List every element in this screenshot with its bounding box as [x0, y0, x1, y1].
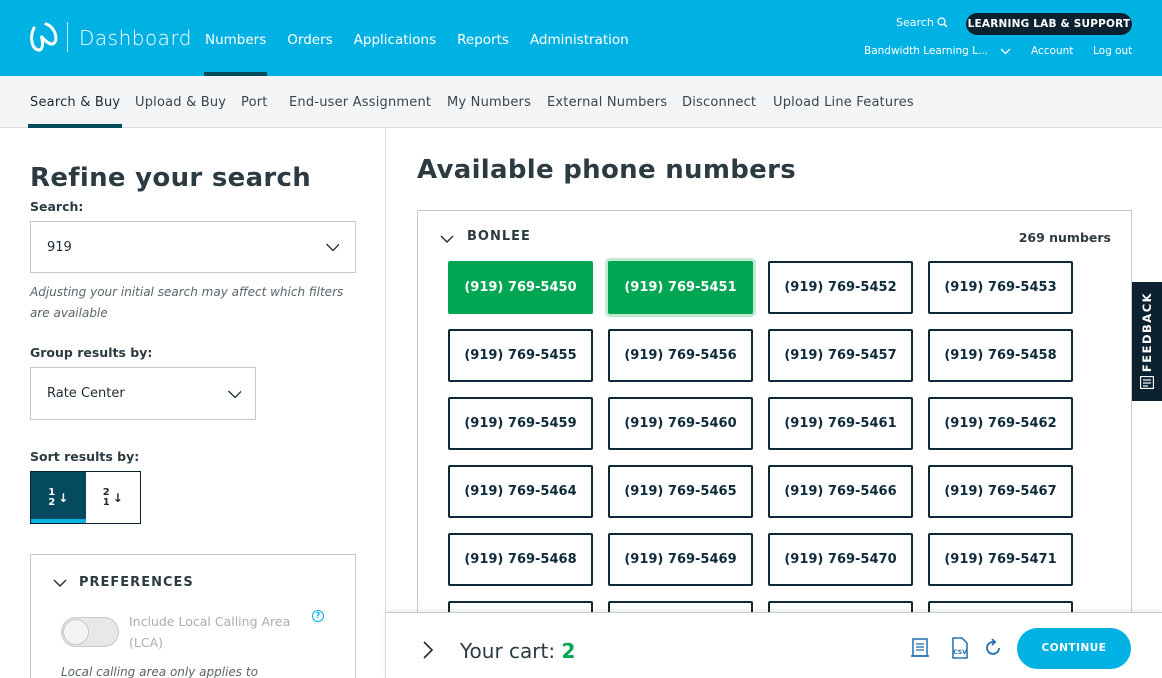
- phone-number-button[interactable]: (919) 769-5469: [608, 533, 753, 586]
- phone-number-button[interactable]: (919) 769-5459: [448, 397, 593, 450]
- search-label: Search:: [30, 199, 84, 214]
- phone-number-button[interactable]: (919) 769-5471: [928, 533, 1073, 586]
- sort-asc-bottom: 2: [48, 496, 56, 508]
- phone-number-button[interactable]: (919) 769-5452: [768, 261, 913, 314]
- lca-label: Include Local Calling Area (LCA): [129, 614, 291, 650]
- lca-toggle[interactable]: [61, 617, 119, 647]
- arrow-down-icon: ↓: [112, 490, 123, 505]
- phone-number-button[interactable]: (919) 769-5461: [768, 397, 913, 450]
- learning-lab-button[interactable]: LEARNING LAB & SUPPORT: [966, 13, 1132, 35]
- phone-number-button[interactable]: (919) 769-5466: [768, 465, 913, 518]
- phone-number-button[interactable]: (919) 769-5464: [448, 465, 593, 518]
- header-search-link[interactable]: Search: [896, 16, 948, 29]
- phone-number-button[interactable]: (919) 769-5470: [768, 533, 913, 586]
- chevron-down-icon: [228, 390, 241, 398]
- feedback-label: FEEDBACK: [1140, 291, 1154, 373]
- brand-title[interactable]: Dashboard: [79, 26, 192, 50]
- phone-number-button[interactable]: (919) 769-5465: [608, 465, 753, 518]
- csv-file-icon[interactable]: CSV: [950, 637, 970, 659]
- tab-my-numbers[interactable]: My Numbers: [447, 76, 531, 127]
- logout-link[interactable]: Log out: [1093, 45, 1132, 57]
- refine-title: Refine your search: [30, 163, 312, 193]
- header-search-label: Search: [896, 16, 934, 29]
- search-value: 919: [47, 239, 72, 255]
- phone-number-button[interactable]: (919) 769-5456: [608, 329, 753, 382]
- sort-by-label: Sort results by:: [30, 449, 140, 464]
- nav-orders[interactable]: Orders: [287, 0, 332, 76]
- preferences-heading[interactable]: PREFERENCES: [79, 575, 194, 590]
- tab-external-numbers[interactable]: External Numbers: [547, 76, 667, 127]
- phone-number-button[interactable]: (919) 769-5457: [768, 329, 913, 382]
- svg-text:CSV: CSV: [953, 649, 967, 656]
- phone-number-button[interactable]: (919) 769-5453: [928, 261, 1073, 314]
- sort-descending-button[interactable]: 21 ↓: [86, 472, 141, 523]
- cart-summary: Your cart: 2: [460, 639, 575, 663]
- tab-upload-buy[interactable]: Upload & Buy: [135, 76, 226, 127]
- chevron-down-icon: [326, 243, 339, 252]
- continue-button[interactable]: CONTINUE: [1017, 628, 1131, 669]
- cart-label: Your cart:: [460, 639, 556, 663]
- search-hint: Adjusting your initial search may affect…: [30, 285, 344, 320]
- refresh-icon[interactable]: [984, 637, 1004, 659]
- lca-note: Local calling area only applies to: [61, 665, 258, 678]
- phone-number-button[interactable]: (919) 769-5450: [448, 261, 593, 314]
- phone-number-button[interactable]: (919) 769-5462: [928, 397, 1073, 450]
- search-select[interactable]: 919: [30, 221, 356, 273]
- tab-upload-line-features[interactable]: Upload Line Features: [773, 76, 914, 127]
- logo-divider: [67, 22, 68, 52]
- phone-number-button[interactable]: (919) 769-5458: [928, 329, 1073, 382]
- account-switcher[interactable]: Bandwidth Learning L...: [864, 45, 1011, 57]
- phone-number-button[interactable]: (919) 769-5451: [608, 261, 753, 314]
- results-panel: BONLEE 269 numbers (919) 769-5450 (919) 7…: [417, 210, 1132, 654]
- account-link[interactable]: Account: [1031, 45, 1073, 57]
- main-nav: Numbers Orders Applications Reports Admi…: [203, 0, 650, 76]
- chevron-right-icon[interactable]: [422, 640, 434, 660]
- account-name: Bandwidth Learning L...: [864, 45, 989, 57]
- search-icon: [937, 17, 948, 28]
- group-name[interactable]: BONLEE: [467, 229, 531, 244]
- group-by-select[interactable]: Rate Center: [30, 367, 256, 420]
- toggle-knob: [63, 619, 89, 645]
- feedback-icon: [1140, 376, 1154, 389]
- nav-numbers[interactable]: Numbers: [203, 0, 268, 76]
- nav-applications[interactable]: Applications: [354, 0, 436, 76]
- sub-nav: Search & Buy Upload & Buy Port End-user …: [0, 76, 1162, 128]
- phone-number-button[interactable]: (919) 769-5460: [608, 397, 753, 450]
- arrow-down-icon: ↓: [58, 490, 69, 505]
- tab-disconnect[interactable]: Disconnect: [682, 76, 756, 127]
- cart-count: 2: [561, 639, 576, 663]
- top-header: Dashboard Numbers Orders Applications Re…: [0, 0, 1162, 76]
- tab-search-buy[interactable]: Search & Buy: [27, 76, 123, 128]
- chevron-down-icon: [1000, 48, 1011, 54]
- group-by-label: Group results by:: [30, 345, 153, 360]
- refine-panel: Refine your search Search: 919 Adjusting…: [0, 128, 386, 678]
- group-count: 269 numbers: [1018, 230, 1111, 245]
- tab-port[interactable]: Port: [241, 76, 268, 127]
- sort-desc-bottom: 1: [102, 496, 110, 508]
- sort-desc-top: 2: [102, 486, 110, 498]
- feedback-tab[interactable]: FEEDBACK: [1132, 282, 1162, 401]
- phone-number-button[interactable]: (919) 769-5468: [448, 533, 593, 586]
- sort-toggle-group: 12 ↓ 21 ↓: [30, 471, 141, 524]
- phone-number-button[interactable]: (919) 769-5467: [928, 465, 1073, 518]
- cart-bar: Your cart: 2 CSV CONTINUE: [386, 612, 1162, 678]
- help-icon[interactable]: ?: [312, 610, 324, 622]
- nav-reports[interactable]: Reports: [457, 0, 509, 76]
- sort-asc-top: 1: [48, 486, 56, 498]
- bandwidth-logo-icon[interactable]: [28, 20, 58, 54]
- phone-number-button[interactable]: (919) 769-5455: [448, 329, 593, 382]
- tab-end-user-assignment[interactable]: End-user Assignment: [289, 76, 431, 127]
- available-numbers-title: Available phone numbers: [417, 155, 796, 185]
- sort-ascending-button[interactable]: 12 ↓: [31, 472, 86, 523]
- group-by-value: Rate Center: [47, 386, 125, 401]
- receipt-icon[interactable]: [911, 637, 931, 659]
- nav-administration[interactable]: Administration: [530, 0, 629, 76]
- chevron-down-icon[interactable]: [53, 577, 67, 589]
- preferences-section: PREFERENCES Include Local Calling Area (…: [30, 554, 356, 678]
- chevron-down-icon[interactable]: [440, 233, 454, 245]
